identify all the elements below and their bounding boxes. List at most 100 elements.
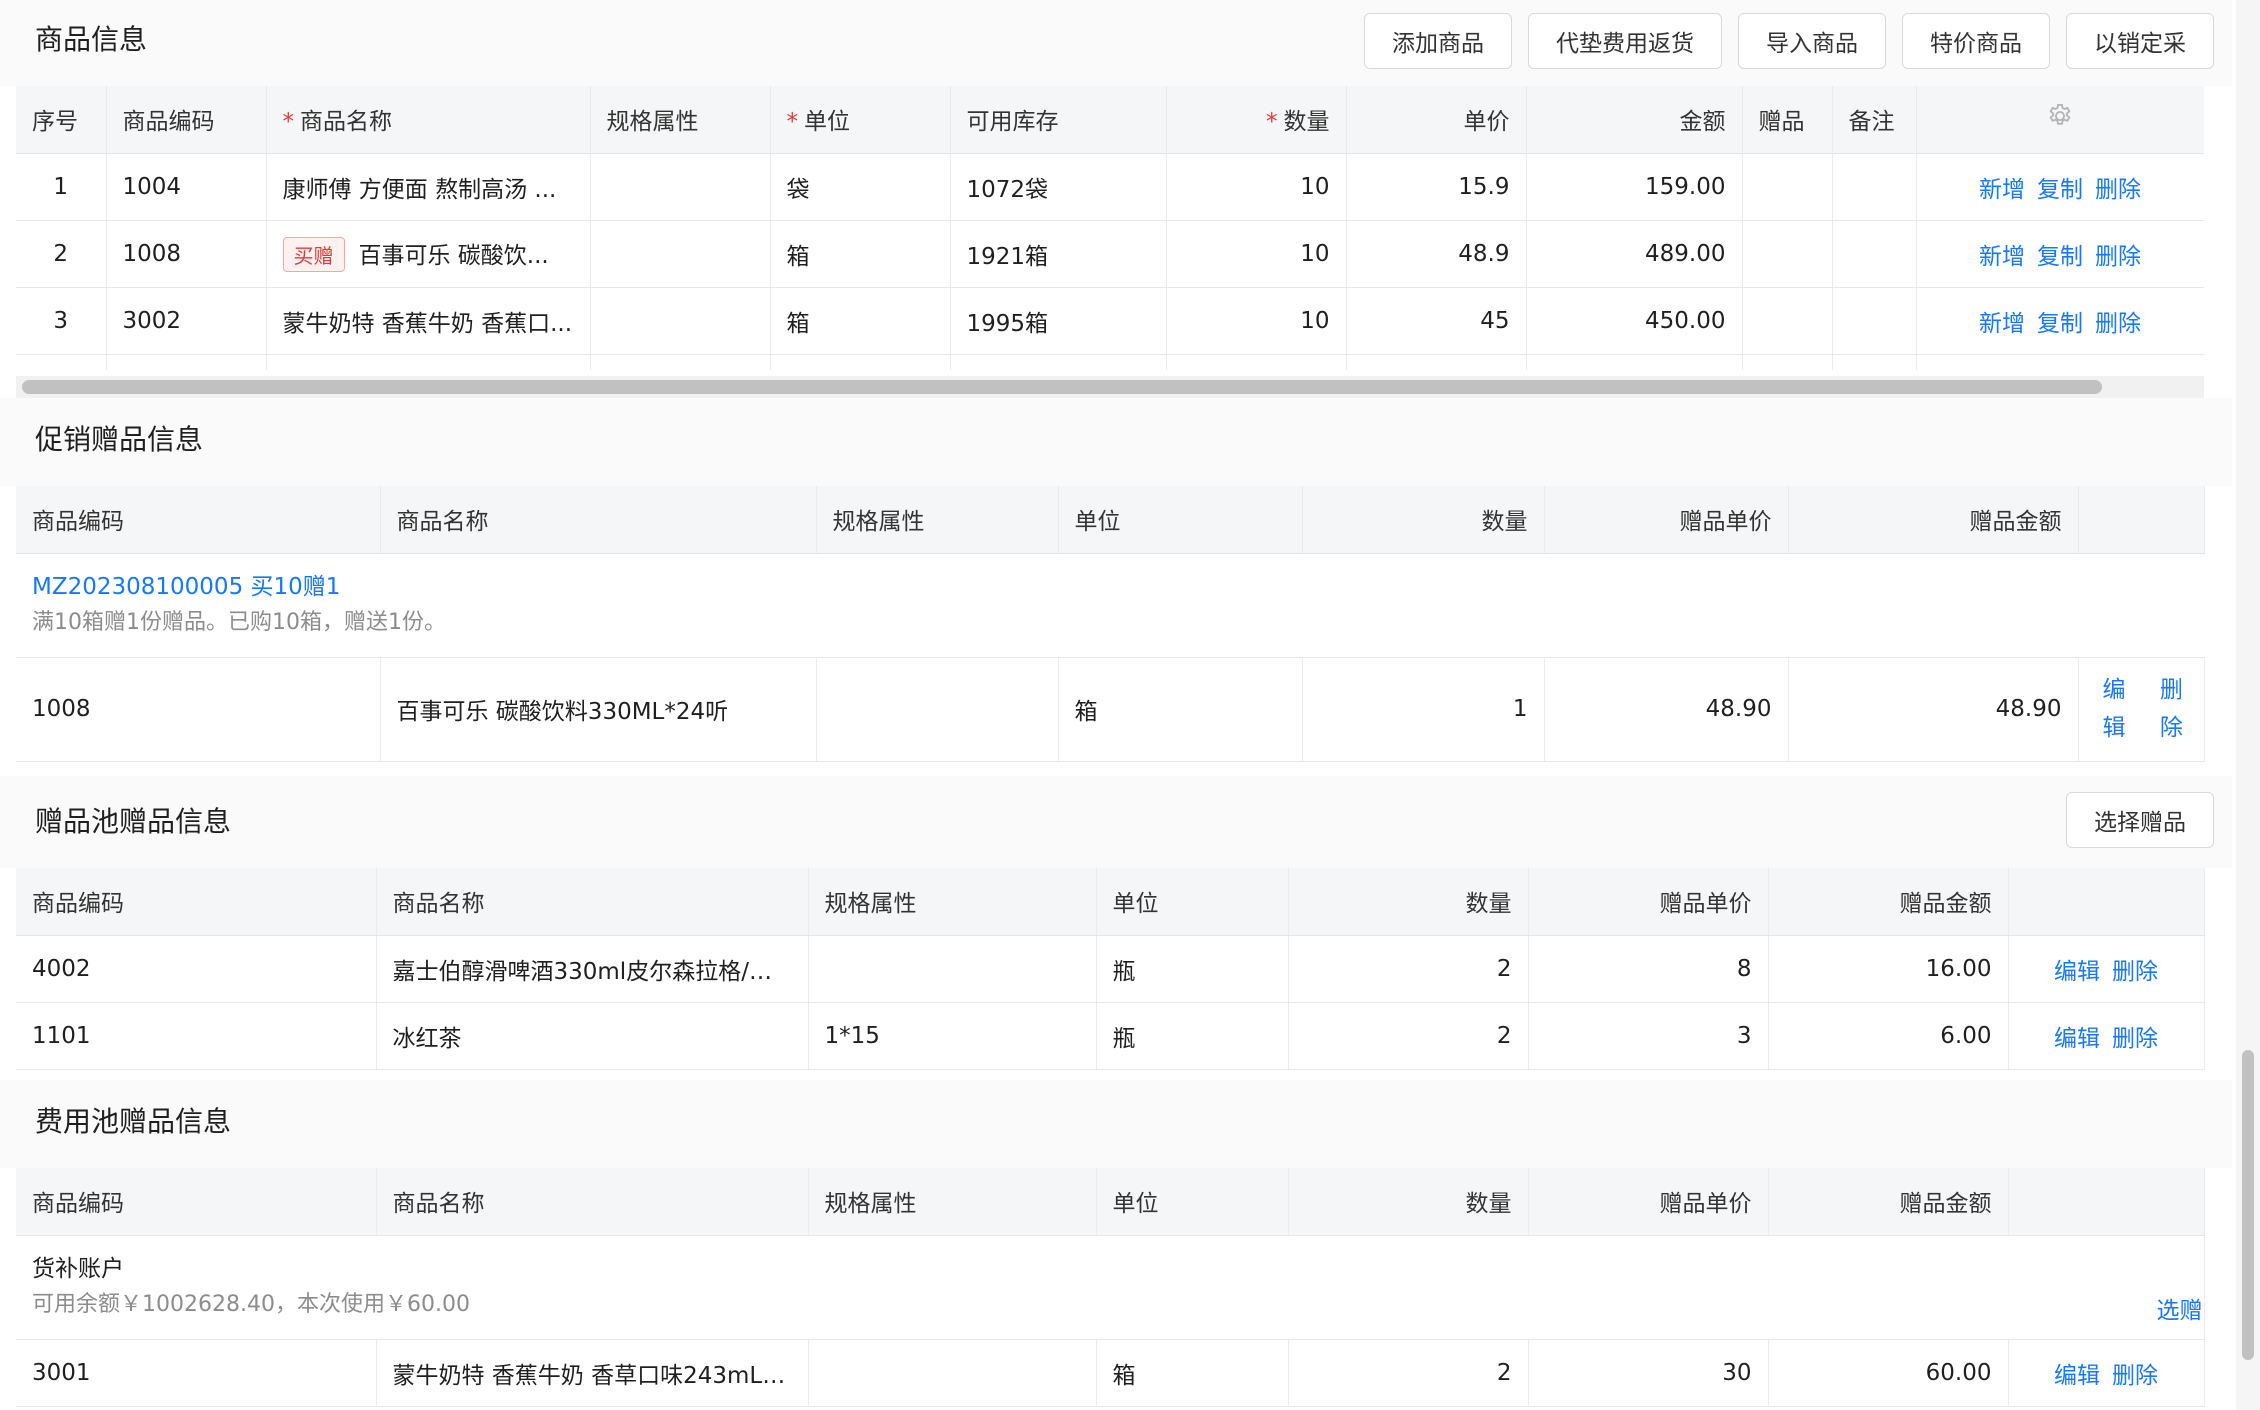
add-goods-button[interactable]: 添加商品: [1364, 13, 1512, 69]
promo-section-header: 促销赠品信息: [0, 398, 2232, 486]
row-name[interactable]: 康师傅 方便面 熬制高汤 ...: [266, 153, 591, 221]
row-unit: 瓶: [1096, 935, 1289, 1003]
page-vertical-scrollbar[interactable]: [2236, 0, 2260, 1410]
goods-header-row: 序号 商品编码 * 商品名称 规格属性 * 单位 可用库存 * 数量 单价 金额 赠品…: [16, 86, 2204, 154]
col-code: 商品编码: [16, 868, 377, 936]
row-stock: 1921箱: [950, 220, 1167, 288]
delete-link[interactable]: 删除: [2112, 1363, 2158, 1389]
col-actions: [2008, 868, 2205, 936]
pool-section-header: 赠品池赠品信息 选择赠品: [0, 776, 2232, 868]
row-code: 4002: [16, 935, 377, 1003]
col-gift: 赠品: [1742, 86, 1833, 154]
row-actions: 编辑 删除: [2008, 1002, 2205, 1070]
col-gift-amount: 赠品金额: [1768, 868, 2009, 936]
row-unit[interactable]: 袋: [770, 153, 951, 221]
add-row-link[interactable]: 新增: [1979, 244, 2025, 270]
edit-link[interactable]: 编辑: [2103, 671, 2126, 747]
row-qty[interactable]: 2: [1288, 1339, 1529, 1407]
row-name[interactable]: 买赠 百事可乐 碳酸饮...: [266, 220, 591, 288]
row-price[interactable]: 45: [1346, 287, 1527, 355]
advance-fee-return-button[interactable]: 代垫费用返货: [1528, 13, 1722, 69]
row-qty[interactable]: 2: [1288, 935, 1529, 1003]
row-name: 百事可乐 碳酸饮料330ML*24听: [380, 657, 817, 762]
row-code: 3002: [106, 287, 267, 355]
row-spec: [808, 935, 1097, 1003]
gear-icon[interactable]: [2046, 102, 2074, 130]
goods-section-header: 商品信息 添加商品 代垫费用返货 导入商品 特价商品 以销定采: [0, 0, 2232, 86]
delete-row-link[interactable]: 删除: [2095, 244, 2141, 270]
col-actions: [2078, 486, 2205, 554]
row-gift-amount: 48.90: [1788, 657, 2079, 762]
row-name: 冰红茶: [376, 1002, 809, 1070]
table-row: 2 1008 买赠 百事可乐 碳酸饮... 箱 1921箱 10 48.9 489…: [16, 220, 2204, 288]
col-code: 商品编码: [16, 486, 381, 554]
required-mark: *: [786, 109, 799, 136]
edit-link[interactable]: 编辑: [2054, 959, 2100, 985]
col-spec: 规格属性: [816, 486, 1059, 554]
copy-row-link[interactable]: 复制: [2037, 311, 2083, 337]
col-unit: * 单位: [770, 86, 951, 154]
col-spec: 规格属性: [808, 1168, 1097, 1236]
delete-row-link[interactable]: 删除: [2095, 177, 2141, 203]
col-index: 序号: [16, 86, 107, 154]
edit-link[interactable]: 编辑: [2054, 1026, 2100, 1052]
select-gift-link[interactable]: 选赠品: [2157, 1298, 2204, 1324]
horizontal-scroll-thumb[interactable]: [22, 380, 2102, 394]
row-unit[interactable]: 箱: [770, 220, 951, 288]
col-stock: 可用库存: [950, 86, 1167, 154]
row-actions: 编辑 删除: [2008, 935, 2205, 1003]
row-qty[interactable]: 2: [1288, 1002, 1529, 1070]
table-row: 3 3002 蒙牛奶特 香蕉牛奶 香蕉口... 箱 1995箱 10 45 45…: [16, 287, 2204, 355]
col-qty: * 数量: [1166, 86, 1347, 154]
row-remark[interactable]: [1832, 220, 1917, 288]
row-price[interactable]: 15.9: [1346, 153, 1527, 221]
fee-header-row: 商品编码 商品名称 规格属性 单位 数量 赠品单价 赠品金额: [16, 1168, 2205, 1236]
pool-header-row: 商品编码 商品名称 规格属性 单位 数量 赠品单价 赠品金额: [16, 868, 2205, 936]
delete-link[interactable]: 删除: [2112, 959, 2158, 985]
row-name: 蒙牛奶特 香蕉牛奶 香草口味243mL*...: [376, 1339, 809, 1407]
promo-section-title: 促销赠品信息: [35, 423, 204, 456]
fee-account-balance: 可用余额￥1002628.40，本次使用￥60.00: [32, 1292, 470, 1317]
row-unit[interactable]: 箱: [770, 287, 951, 355]
add-row-link[interactable]: 新增: [1979, 311, 2025, 337]
row-gift-amount: 60.00: [1768, 1339, 2009, 1407]
special-price-goods-button[interactable]: 特价商品: [1902, 13, 2050, 69]
row-price[interactable]: 48.9: [1346, 220, 1527, 288]
delete-row-link[interactable]: 删除: [2095, 311, 2141, 337]
row-spec: [590, 153, 771, 221]
row-unit: 瓶: [1096, 1002, 1289, 1070]
col-gift-price: 赠品单价: [1528, 1168, 1769, 1236]
delete-link[interactable]: 删除: [2112, 1026, 2158, 1052]
col-unit: 单位: [1058, 486, 1303, 554]
edit-link[interactable]: 编辑: [2054, 1363, 2100, 1389]
row-remark[interactable]: [1832, 287, 1917, 355]
row-spec: [590, 287, 771, 355]
row-qty[interactable]: 10: [1166, 220, 1347, 288]
add-row-link[interactable]: 新增: [1979, 177, 2025, 203]
col-spec: 规格属性: [590, 86, 771, 154]
row-actions: 新增 复制 删除: [1916, 287, 2204, 355]
goods-table-horizontal-scrollbar[interactable]: [16, 376, 2204, 398]
col-actions: [2008, 1168, 2205, 1236]
purchase-by-sales-button[interactable]: 以销定采: [2066, 13, 2214, 69]
col-gift-amount: 赠品金额: [1788, 486, 2079, 554]
row-qty[interactable]: 10: [1166, 287, 1347, 355]
promo-rule-link[interactable]: MZ202308100005 买10赠1: [32, 569, 2188, 605]
col-code: 商品编码: [16, 1168, 377, 1236]
row-spec: 1*15: [808, 1002, 1097, 1070]
row-gift-amount: 16.00: [1768, 935, 2009, 1003]
copy-row-link[interactable]: 复制: [2037, 244, 2083, 270]
page-scroll-thumb[interactable]: [2242, 1050, 2254, 1360]
row-qty[interactable]: 10: [1166, 153, 1347, 221]
delete-link[interactable]: 删除: [2160, 671, 2183, 747]
import-goods-button[interactable]: 导入商品: [1738, 13, 1886, 69]
col-qty: 数量: [1302, 486, 1545, 554]
row-remark[interactable]: [1832, 153, 1917, 221]
select-gift-button[interactable]: 选择赠品: [2066, 792, 2214, 848]
copy-row-link[interactable]: 复制: [2037, 177, 2083, 203]
promo-rule-description: 满10箱赠1份赠品。已购10箱，赠送1份。: [32, 610, 446, 635]
column-settings[interactable]: [1916, 86, 2204, 154]
row-name[interactable]: 蒙牛奶特 香蕉牛奶 香蕉口...: [266, 287, 591, 355]
row-code: 1101: [16, 1002, 377, 1070]
col-name: * 商品名称: [266, 86, 591, 154]
